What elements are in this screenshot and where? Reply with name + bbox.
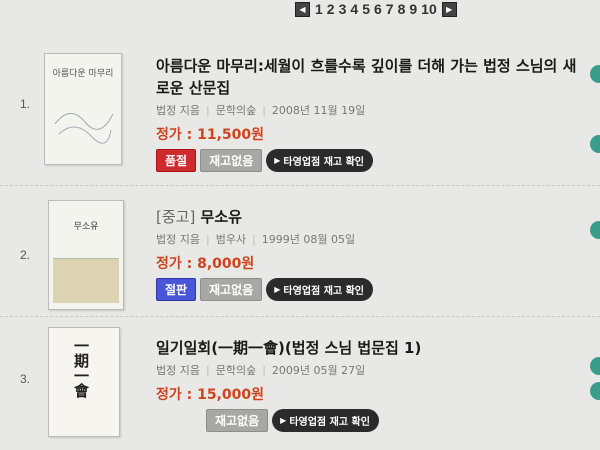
side-dot-icon — [590, 65, 600, 83]
cover-title: 무소유 — [73, 222, 99, 232]
pagination: ◀ 1 2 3 4 5 6 7 8 9 10 ▶ — [292, 0, 460, 18]
other-store-check-button[interactable]: ▶ 타영업점 재고 확인 — [272, 409, 379, 432]
page-link[interactable]: 3 — [337, 1, 349, 17]
item-index: 3. — [20, 372, 31, 386]
book-cover[interactable]: 무소유 — [48, 200, 124, 310]
side-dot-icon — [590, 357, 600, 375]
price: 정가 : 8,000원 — [156, 256, 255, 272]
publisher[interactable]: 문학의숲 — [216, 104, 256, 117]
page-link[interactable]: 1 — [313, 1, 325, 17]
page-link[interactable]: 5 — [360, 1, 372, 17]
pub-date: 2008년 11월 19일 — [271, 104, 366, 117]
pub-date: 2009년 05월 27일 — [271, 364, 366, 377]
publisher[interactable]: 문학의숲 — [216, 364, 256, 377]
action-buttons: 절판 재고없음 ▶ 타영업점 재고 확인 — [156, 278, 581, 301]
book-list-item: 3. 一期一會 일기일회(一期一會)(법정 스님 법문집 1) 법정 지음 | 문학… — [0, 317, 600, 450]
pub-date: 1999년 08월 05일 — [261, 233, 356, 246]
page-link[interactable]: 4 — [348, 1, 360, 17]
publisher[interactable]: 범우사 — [216, 233, 246, 246]
book-meta: 법정 지음 | 문학의숲 | 2008년 11월 19일 — [156, 104, 366, 117]
author[interactable]: 법정 지음 — [156, 104, 200, 117]
action-buttons: 품절 재고없음 ▶ 타영업점 재고 확인 — [156, 149, 581, 172]
item-index: 1. — [20, 97, 31, 111]
book-meta: 법정 지음 | 문학의숲 | 2009년 05월 27일 — [156, 364, 366, 377]
author[interactable]: 법정 지음 — [156, 364, 200, 377]
cover-illustration — [53, 258, 119, 303]
check-label: 타영업점 재고 확인 — [283, 157, 364, 168]
book-info: 아름다운 마무리:세월이 흐를수록 깊이를 더해 가는 법정 스님의 새로운 산… — [156, 55, 581, 172]
side-dot-icon — [590, 135, 600, 153]
author[interactable]: 법정 지음 — [156, 233, 200, 246]
book-cover[interactable]: 아름다운 마무리 — [44, 53, 122, 165]
prev-arrow-icon[interactable]: ◀ — [295, 1, 310, 17]
play-icon: ▶ — [280, 416, 287, 425]
used-tag: [중고] — [156, 208, 196, 226]
check-label: 타영업점 재고 확인 — [283, 286, 364, 297]
play-icon: ▶ — [274, 285, 281, 294]
page-link[interactable]: 9 — [407, 1, 419, 17]
status-badge: 절판 — [156, 278, 197, 301]
stock-badge: 재고없음 — [200, 278, 263, 301]
page-link[interactable]: 8 — [396, 1, 408, 17]
stock-badge: 재고없음 — [206, 409, 269, 432]
book-meta: 법정 지음 | 범우사 | 1999년 08월 05일 — [156, 233, 356, 246]
cover-illustration — [54, 113, 114, 144]
page-link[interactable]: 2 — [325, 1, 337, 17]
item-index: 2. — [20, 248, 31, 262]
book-cover[interactable]: 一期一會 — [48, 327, 120, 437]
action-buttons: 재고없음 ▶ 타영업점 재고 확인 — [206, 409, 581, 432]
book-list-item: 1. 아름다운 마무리 아름다운 마무리:세월이 흐를수록 깊이를 더해 가는 … — [0, 35, 600, 186]
cover-title: 一期一會 — [72, 338, 90, 398]
page-link[interactable]: 7 — [384, 1, 396, 17]
side-dot-icon — [590, 221, 600, 239]
other-store-check-button[interactable]: ▶ 타영업점 재고 확인 — [266, 278, 373, 301]
book-info: 일기일회(一期一會)(법정 스님 법문집 1) 법정 지음 | 문학의숲 | 2009년… — [156, 337, 581, 432]
stock-badge: 재고없음 — [200, 149, 263, 172]
play-icon: ▶ — [274, 156, 281, 165]
status-badge: 품절 — [156, 149, 197, 172]
next-arrow-icon[interactable]: ▶ — [441, 1, 457, 17]
price: 정가 : 15,000원 — [156, 387, 265, 403]
book-title-link[interactable]: [중고] 무소유 — [156, 206, 581, 228]
side-dot-icon — [590, 382, 600, 400]
page-link[interactable]: 6 — [372, 1, 384, 17]
search-results-page: ◀ 1 2 3 4 5 6 7 8 9 10 ▶ 1. 아름다운 마무리 아름다… — [0, 0, 600, 450]
price: 정가 : 11,500원 — [156, 127, 265, 143]
check-label: 타영업점 재고 확인 — [289, 417, 370, 428]
book-info: [중고] 무소유 법정 지음 | 범우사 | 1999년 08월 05일 정가 : 8,… — [156, 206, 581, 301]
other-store-check-button[interactable]: ▶ 타영업점 재고 확인 — [266, 149, 373, 172]
page-link[interactable]: 10 — [419, 1, 439, 17]
book-title-link[interactable]: 아름다운 마무리:세월이 흐를수록 깊이를 더해 가는 법정 스님의 새로운 산… — [156, 55, 581, 99]
cover-title: 아름다운 마무리 — [52, 69, 114, 79]
book-title-link[interactable]: 일기일회(一期一會)(법정 스님 법문집 1) — [156, 337, 581, 359]
book-list-item: 2. 무소유 [중고] 무소유 법정 지음 | 범우사 | 1999년 08월 05일 … — [0, 186, 600, 317]
book-title-text: 무소유 — [200, 208, 242, 226]
